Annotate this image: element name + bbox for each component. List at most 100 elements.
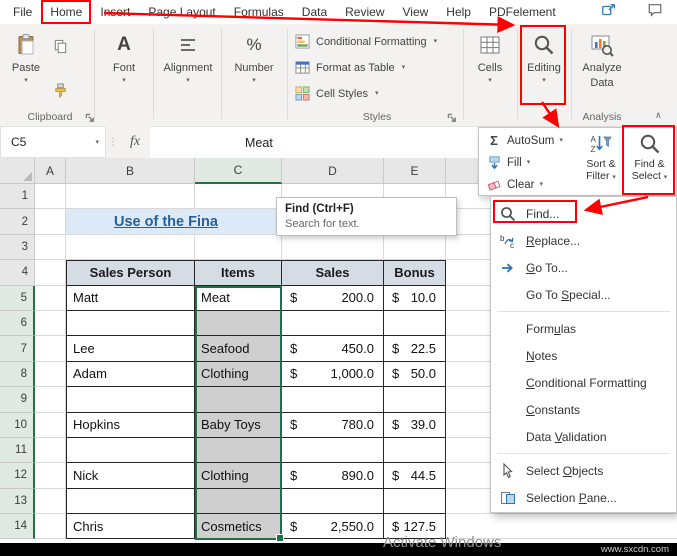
- font-group-button[interactable]: A Font ▾: [101, 31, 147, 84]
- tab-page-layout[interactable]: Page Layout: [139, 0, 224, 24]
- tab-data[interactable]: Data: [293, 0, 336, 24]
- cell-a9[interactable]: [35, 387, 66, 413]
- cell-a13[interactable]: [35, 488, 66, 515]
- cell-b10[interactable]: Hopkins: [66, 412, 195, 438]
- cell-a2[interactable]: [35, 209, 66, 235]
- cell-c1[interactable]: [195, 184, 282, 210]
- row-header-2[interactable]: 2: [0, 209, 35, 235]
- row-header-13[interactable]: 13: [0, 488, 35, 515]
- cell-c9[interactable]: [195, 387, 282, 413]
- cell-e11[interactable]: [384, 437, 446, 464]
- menu-item-conditional-formatting[interactable]: Conditional Formatting: [491, 369, 676, 396]
- row-header-6[interactable]: 6: [0, 310, 35, 337]
- row-header-11[interactable]: 11: [0, 437, 35, 464]
- row-header-8[interactable]: 8: [0, 361, 35, 388]
- styles-dialog-launcher-icon[interactable]: [446, 112, 457, 123]
- cell-d5[interactable]: $200.0: [282, 285, 384, 311]
- cell-c10[interactable]: Baby Toys: [195, 412, 282, 438]
- cell-e10[interactable]: $39.0: [384, 412, 446, 438]
- menu-item-formulas[interactable]: Formulas: [491, 315, 676, 342]
- cells-group-button[interactable]: Cells ▾: [467, 31, 513, 84]
- formula-bar-splitter[interactable]: ⋮: [106, 126, 120, 158]
- format-as-table-button[interactable]: Format as Table ▾: [294, 58, 460, 77]
- cell-d14[interactable]: $2,550.0: [282, 514, 384, 540]
- cell-b6[interactable]: [66, 310, 195, 337]
- menu-item-replace[interactable]: b c Replace...: [491, 227, 676, 254]
- share-icon[interactable]: [601, 2, 617, 23]
- name-box[interactable]: C5 ▾: [0, 126, 106, 158]
- cell-d8[interactable]: $1,000.0: [282, 361, 384, 388]
- menu-item-select-objects[interactable]: Select Objects: [491, 457, 676, 484]
- cell-b7[interactable]: Lee: [66, 336, 195, 362]
- cell-d10[interactable]: $780.0: [282, 412, 384, 438]
- row-header-3[interactable]: 3: [0, 234, 35, 261]
- column-header-b[interactable]: B: [66, 158, 195, 184]
- row-header-1[interactable]: 1: [0, 184, 35, 210]
- tab-file[interactable]: File: [4, 0, 41, 24]
- cell-e8[interactable]: $50.0: [384, 361, 446, 388]
- cell-c12[interactable]: Clothing: [195, 463, 282, 489]
- cell-e6[interactable]: [384, 310, 446, 337]
- cell-c11[interactable]: [195, 437, 282, 464]
- menu-item-data-validation[interactable]: Data Validation: [491, 423, 676, 450]
- row-header-12[interactable]: 12: [0, 463, 35, 489]
- cell-a12[interactable]: [35, 463, 66, 489]
- column-header-c[interactable]: C: [195, 158, 282, 184]
- row-header-5[interactable]: 5: [0, 285, 35, 311]
- menu-item-find[interactable]: Find...: [491, 200, 676, 227]
- cell-b5[interactable]: Matt: [66, 285, 195, 311]
- cell-d6[interactable]: [282, 310, 384, 337]
- menu-item-notes[interactable]: Notes: [491, 342, 676, 369]
- editing-group-button[interactable]: Editing ▾: [521, 31, 567, 84]
- tab-insert[interactable]: Insert: [91, 0, 139, 24]
- header-cell-sales-person[interactable]: Sales Person: [66, 260, 195, 286]
- fill-button[interactable]: Fill ▾: [486, 152, 578, 173]
- cell-e7[interactable]: $22.5: [384, 336, 446, 362]
- cell-b1[interactable]: [66, 184, 195, 210]
- collapse-ribbon-icon[interactable]: ∧: [655, 110, 662, 121]
- row-header-14[interactable]: 14: [0, 514, 35, 540]
- cell-d11[interactable]: [282, 437, 384, 464]
- cell-e13[interactable]: [384, 488, 446, 515]
- cell-e9[interactable]: [384, 387, 446, 413]
- cell-d13[interactable]: [282, 488, 384, 515]
- cell-b14[interactable]: Chris: [66, 514, 195, 540]
- cell-e5[interactable]: $10.0: [384, 285, 446, 311]
- header-cell-items[interactable]: Items: [195, 260, 282, 286]
- cell-a14[interactable]: [35, 514, 66, 540]
- cell-d3[interactable]: [282, 234, 384, 261]
- cell-b12[interactable]: Nick: [66, 463, 195, 489]
- copy-button[interactable]: [48, 36, 72, 56]
- row-header-7[interactable]: 7: [0, 336, 35, 362]
- number-group-button[interactable]: % Number ▾: [227, 31, 281, 84]
- row-header-4[interactable]: 4: [0, 260, 35, 286]
- paste-button[interactable]: Paste ▾: [6, 31, 46, 84]
- cell-c3[interactable]: [195, 234, 282, 261]
- cell-e3[interactable]: [384, 234, 446, 261]
- analyze-data-button[interactable]: Analyze Data: [575, 31, 629, 89]
- clipboard-dialog-launcher-icon[interactable]: [84, 112, 95, 123]
- menu-item-go-to[interactable]: Go To...: [491, 254, 676, 281]
- cell-a10[interactable]: [35, 412, 66, 438]
- cell-b9[interactable]: [66, 387, 195, 413]
- cell-b13[interactable]: [66, 488, 195, 515]
- tab-formulas[interactable]: Formulas: [225, 0, 293, 24]
- select-all-corner[interactable]: [0, 158, 35, 184]
- cell-b11[interactable]: [66, 437, 195, 464]
- menu-item-go-to-special[interactable]: Go To Special...: [491, 281, 676, 308]
- cell-a8[interactable]: [35, 361, 66, 388]
- cell-d7[interactable]: $450.0: [282, 336, 384, 362]
- header-cell-bonus[interactable]: Bonus: [384, 260, 446, 286]
- cell-a11[interactable]: [35, 437, 66, 464]
- clear-button[interactable]: Clear ▾: [486, 174, 578, 195]
- comments-icon[interactable]: [647, 2, 663, 23]
- cell-a4[interactable]: [35, 260, 66, 286]
- sort-filter-button[interactable]: AZ Sort & Filter ▾: [579, 130, 623, 194]
- column-header-d[interactable]: D: [282, 158, 384, 184]
- cell-styles-button[interactable]: Cell Styles ▾: [294, 84, 460, 103]
- cell-c13[interactable]: [195, 488, 282, 515]
- cell-c6[interactable]: [195, 310, 282, 337]
- row-header-9[interactable]: 9: [0, 387, 35, 413]
- menu-item-selection-pane[interactable]: Selection Pane...: [491, 484, 676, 511]
- cell-b8[interactable]: Adam: [66, 361, 195, 388]
